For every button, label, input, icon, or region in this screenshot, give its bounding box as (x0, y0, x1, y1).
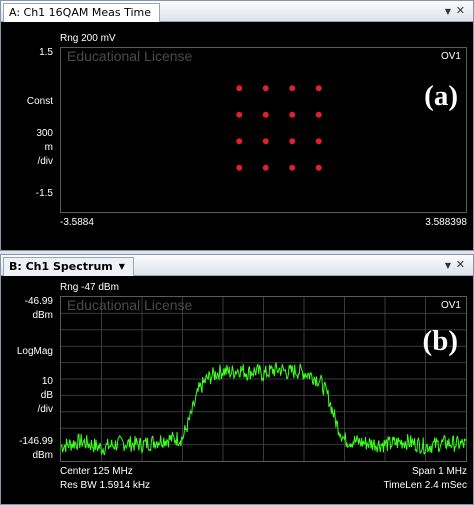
y-top-unit: dBm (32, 310, 53, 321)
y-scale-unit: m (44, 142, 53, 153)
watermark: Educational License (67, 297, 193, 313)
constellation-point (236, 111, 243, 118)
y-bottom-unit: dBm (32, 450, 53, 461)
constellation-point (289, 164, 296, 171)
y-bottom-label: -1.5 (35, 188, 53, 199)
constellation-point (236, 85, 243, 92)
watermark: Educational License (67, 48, 193, 64)
y-top-value: -46.99 (24, 296, 53, 307)
x-left-label: -3.5884 (60, 217, 94, 228)
spectrum-plot[interactable]: Educational License OV1 (b) (60, 296, 467, 462)
tab-spectrum[interactable]: B: Ch1 Spectrum ▼ (3, 257, 134, 276)
constellation-point (262, 111, 269, 118)
res-bw-label: Res BW 1.5914 kHz (60, 480, 151, 491)
timelen-label: TimeLen 2.4 mSec (383, 480, 467, 491)
close-icon[interactable]: ✕ (456, 5, 465, 17)
constellation-plot[interactable]: Educational License OV1 (a) (60, 47, 467, 213)
y-scale-unit: dB (40, 390, 53, 401)
pin-icon[interactable]: ▼ (445, 260, 451, 272)
pin-icon[interactable]: ▼ (445, 6, 451, 18)
window-a-titlebar: A: Ch1 16QAM Meas Time ▼ ✕ (1, 1, 473, 22)
constellation-point (236, 138, 243, 145)
window-b-titlebar: B: Ch1 Spectrum ▼ ▼ ✕ (1, 255, 473, 276)
constellation-point (236, 164, 243, 171)
constellation-svg (236, 85, 322, 171)
constellation-point (289, 111, 296, 118)
spectrum-svg (61, 297, 466, 461)
channel-label: OV1 (440, 51, 461, 62)
constellation-point (315, 111, 322, 118)
range-label: Rng 200 mV (60, 33, 116, 44)
panel-label-b: (b) (422, 325, 458, 357)
y-bottom-value: -146.99 (19, 436, 53, 447)
y-mode-label: Const (26, 96, 53, 107)
tab-constellation[interactable]: A: Ch1 16QAM Meas Time (3, 3, 160, 22)
constellation-point (262, 138, 269, 145)
constellation-point (289, 138, 296, 145)
y-scale-value: 10 (41, 376, 53, 387)
constellation-point (262, 164, 269, 171)
constellation-point (315, 138, 322, 145)
center-freq-label: Center 125 MHz (60, 466, 133, 477)
y-scale-value: 300 (36, 128, 53, 139)
y-scale-div: /div (37, 156, 53, 167)
range-label: Rng -47 dBm (60, 282, 119, 293)
constellation-point (289, 85, 296, 92)
tab-constellation-label: A: Ch1 16QAM Meas Time (9, 6, 151, 19)
constellation-point (315, 85, 322, 92)
constellation-point (262, 85, 269, 92)
channel-label: OV1 (440, 300, 461, 311)
constellation-point (315, 164, 322, 171)
x-right-label: 3.588398 (425, 217, 467, 228)
panel-label-a: (a) (424, 80, 458, 112)
close-icon[interactable]: ✕ (456, 259, 465, 271)
y-mode-label: LogMag (16, 346, 53, 357)
spectrum-window: B: Ch1 Spectrum ▼ ▼ ✕ Rng -47 dBm -46.99 … (0, 254, 474, 505)
tab-spectrum-label: B: Ch1 Spectrum (9, 260, 113, 273)
constellation-window: A: Ch1 16QAM Meas Time ▼ ✕ Rng 200 mV 1.… (0, 0, 474, 251)
y-scale-div: /div (37, 404, 53, 415)
chevron-down-icon[interactable]: ▼ (119, 258, 125, 275)
span-label: Span 1 MHz (411, 466, 467, 477)
y-top-label: 1.5 (39, 47, 53, 58)
